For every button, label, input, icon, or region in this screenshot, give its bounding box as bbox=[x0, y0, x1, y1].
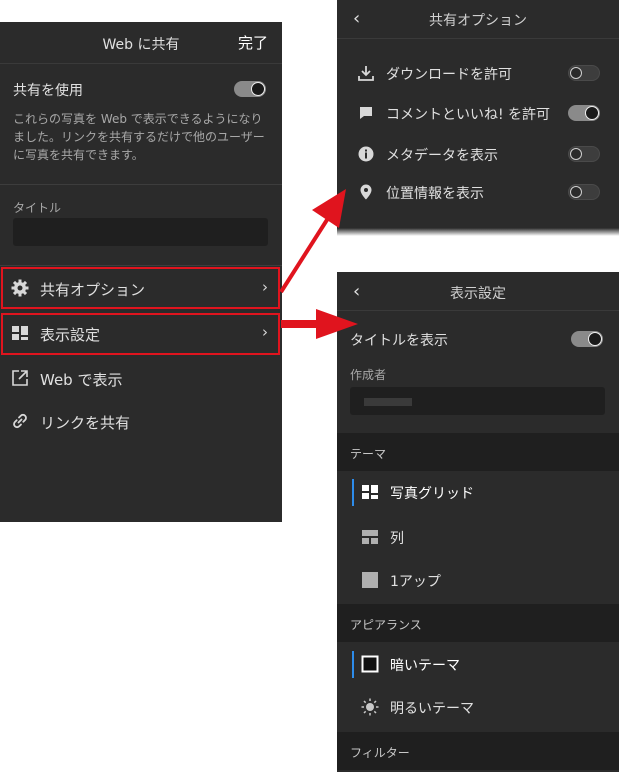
option-allow-download: ダウンロードを許可 bbox=[337, 54, 619, 92]
external-link-icon bbox=[12, 370, 28, 386]
dark-theme-icon bbox=[361, 655, 379, 673]
title-field-label: タイトル bbox=[13, 201, 62, 215]
download-icon bbox=[358, 66, 374, 81]
comment-icon bbox=[360, 107, 372, 119]
share-options-panel: ‹ 共有オプション ダウンロードを許可 コメントといいね! を許可 メタデータを… bbox=[337, 0, 619, 236]
option-label: ダウンロードを許可 bbox=[386, 67, 512, 83]
section-title: フィルター bbox=[350, 746, 410, 760]
option-show-metadata: メタデータを表示 bbox=[337, 135, 619, 173]
selection-indicator bbox=[352, 651, 354, 678]
theme-label: 1アップ bbox=[390, 574, 441, 590]
divider bbox=[0, 265, 282, 266]
show-title-label: タイトルを表示 bbox=[350, 333, 448, 349]
one-up-icon bbox=[362, 572, 378, 588]
show-title-toggle[interactable] bbox=[571, 331, 603, 347]
arrow-to-share-options bbox=[279, 210, 334, 294]
photo-grid-icon bbox=[362, 485, 378, 499]
download-toggle[interactable] bbox=[568, 65, 600, 81]
done-button[interactable]: 完了 bbox=[238, 32, 268, 53]
metadata-toggle[interactable] bbox=[568, 146, 600, 162]
section-header-appearance: アピアランス bbox=[337, 604, 619, 642]
theme-option-photo-grid[interactable]: 写真グリッド bbox=[337, 471, 619, 514]
author-label: 作成者 bbox=[350, 368, 387, 382]
option-label: メタデータを表示 bbox=[386, 148, 498, 164]
option-allow-comments: コメントといいね! を許可 bbox=[337, 94, 619, 132]
panel-header: ‹ 共有オプション bbox=[337, 0, 619, 39]
location-pin-icon bbox=[360, 184, 372, 200]
section-title: テーマ bbox=[350, 447, 387, 461]
title-input[interactable] bbox=[13, 218, 268, 246]
section-header-theme: テーマ bbox=[337, 433, 619, 471]
theme-label: 写真グリッド bbox=[390, 486, 474, 502]
menu-item-label: Web で表示 bbox=[40, 371, 123, 389]
panel-header: ‹ 表示設定 bbox=[337, 272, 619, 311]
link-icon bbox=[13, 413, 27, 429]
display-settings-panel: ‹ 表示設定 タイトルを表示 作成者 テーマ 写真グリッド 列 1アップ アピア… bbox=[337, 272, 619, 772]
share-description: これらの写真を Web で表示できるようになりました。リンクを共有するだけで他の… bbox=[13, 112, 265, 162]
sun-icon bbox=[361, 698, 379, 716]
highlight-box-display-settings bbox=[1, 313, 280, 355]
theme-label: 列 bbox=[390, 531, 404, 547]
panel-title: 表示設定 bbox=[450, 286, 506, 302]
option-label: 位置情報を表示 bbox=[386, 186, 484, 202]
share-toggle[interactable] bbox=[234, 81, 266, 97]
theme-option-columns[interactable]: 列 bbox=[337, 516, 619, 559]
info-icon bbox=[358, 146, 374, 162]
panel-title: 共有オプション bbox=[429, 13, 527, 29]
blurred-author-value bbox=[364, 398, 412, 406]
panel-header: Web に共有 完了 bbox=[0, 22, 282, 64]
theme-option-one-up[interactable]: 1アップ bbox=[337, 559, 619, 602]
menu-item-share-link[interactable]: リンクを共有 bbox=[0, 400, 282, 442]
panel-fade-edge bbox=[337, 228, 619, 236]
option-label: コメントといいね! を許可 bbox=[386, 107, 551, 123]
share-toggle-label: 共有を使用 bbox=[13, 83, 83, 99]
columns-icon bbox=[362, 530, 378, 544]
appearance-label: 明るいテーマ bbox=[390, 701, 474, 717]
option-show-location: 位置情報を表示 bbox=[337, 173, 619, 211]
location-toggle[interactable] bbox=[568, 184, 600, 200]
section-header-filter: フィルター bbox=[337, 732, 619, 770]
appearance-option-light[interactable]: 明るいテーマ bbox=[337, 686, 619, 729]
menu-item-view-on-web[interactable]: Web で表示 bbox=[0, 357, 282, 399]
appearance-option-dark[interactable]: 暗いテーマ bbox=[337, 643, 619, 686]
section-title: アピアランス bbox=[350, 618, 422, 632]
selection-indicator bbox=[352, 479, 354, 506]
divider bbox=[0, 184, 282, 185]
appearance-label: 暗いテーマ bbox=[390, 658, 460, 674]
menu-item-label: リンクを共有 bbox=[40, 414, 131, 432]
comments-toggle[interactable] bbox=[568, 105, 600, 121]
highlight-box-share-options bbox=[1, 267, 280, 309]
author-input[interactable] bbox=[350, 387, 605, 415]
